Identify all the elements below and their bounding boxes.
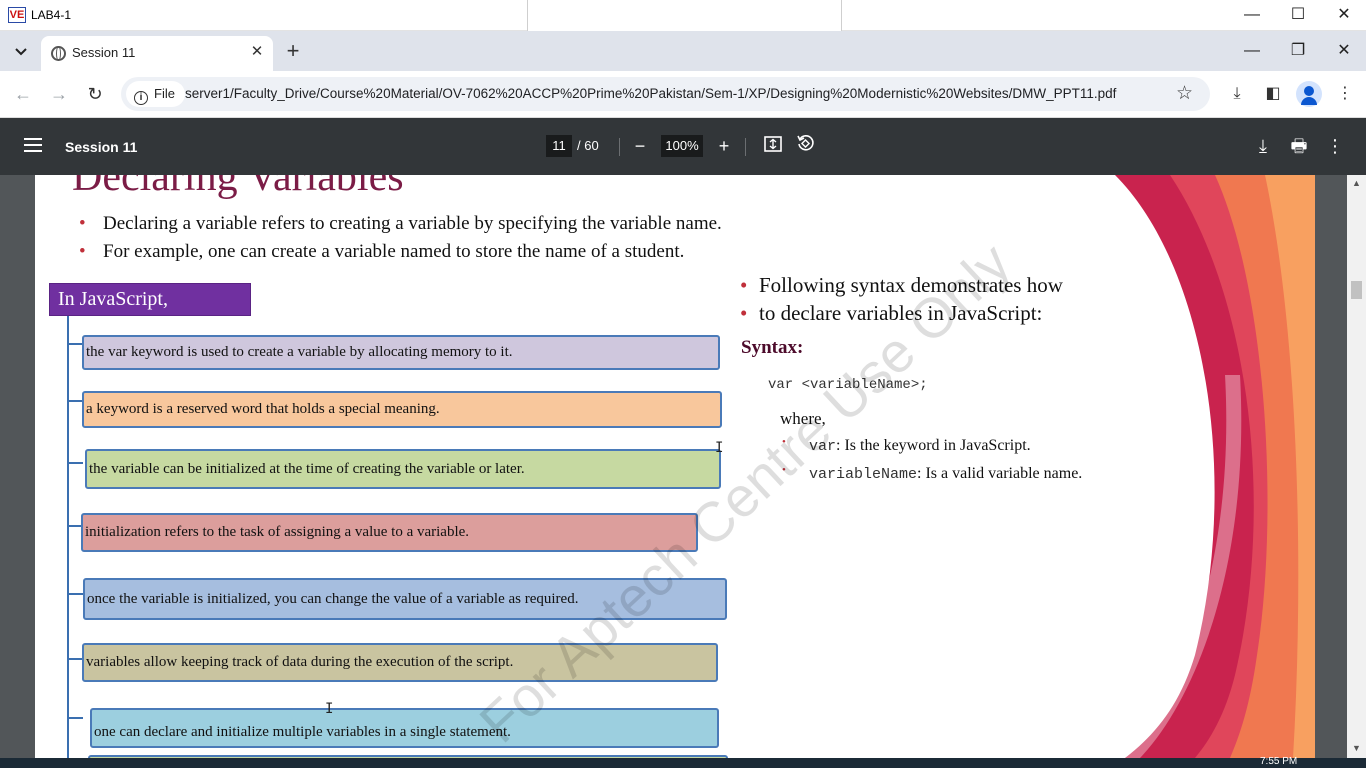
fit-page-icon: [764, 136, 782, 152]
vm-close-button[interactable]: ✕: [1321, 0, 1366, 31]
intro-bullet: Declaring a variable refers to creating …: [79, 213, 722, 235]
tree-tick: [67, 462, 83, 464]
browser-restore-button[interactable]: ❐: [1275, 31, 1321, 71]
zoom-out-button[interactable]: −: [628, 134, 652, 158]
tab-search-button[interactable]: [8, 39, 34, 65]
tree-tick: [67, 400, 83, 402]
forward-button[interactable]: →: [46, 81, 72, 107]
profile-avatar[interactable]: [1296, 81, 1322, 107]
tab-session-11[interactable]: Session 11 ✕: [41, 36, 273, 71]
url-text[interactable]: server1/Faculty_Drive/Course%20Material/…: [185, 86, 1116, 101]
fit-page-icon[interactable]: [761, 134, 785, 158]
globe-icon: [51, 46, 66, 61]
rotate-icon: [797, 135, 814, 151]
vm-logo-icon: VE: [8, 7, 26, 23]
downloads-icon[interactable]: ⤓: [1224, 81, 1250, 107]
term-variablename: variableName: [809, 466, 918, 483]
item-initialize: the variable can be initialized at the t…: [85, 449, 721, 489]
sub-bullet-variablename: variableName: Is a valid variable name.: [782, 464, 1083, 483]
new-tab-button[interactable]: +: [280, 39, 306, 65]
vm-minimize-button[interactable]: —: [1229, 0, 1275, 31]
pdf-download-button[interactable]: ⤓: [1251, 134, 1275, 158]
tab-title: Session 11: [72, 45, 136, 60]
pdf-more-button[interactable]: ⋮: [1323, 134, 1347, 158]
desc-variablename: : Is a valid variable name.: [917, 465, 1083, 482]
toolbar-divider: [745, 138, 746, 156]
browser-menu-icon[interactable]: ⋮: [1332, 81, 1358, 107]
site-info-chip[interactable]: i File: [126, 81, 185, 107]
tree-connector: [67, 316, 69, 758]
address-bar[interactable]: i File server1/Faculty_Drive/Course%20Mat…: [121, 77, 1210, 111]
vm-connection-bar[interactable]: [527, 0, 842, 35]
taskbar-clock: 7:55 PM: [1260, 756, 1298, 767]
file-chip-label: File: [154, 86, 175, 101]
back-button[interactable]: ←: [10, 81, 36, 107]
taskbar: 7:55 PM: [0, 756, 1366, 768]
tree-tick: [67, 593, 83, 595]
tree-tick: [67, 343, 83, 345]
vertical-scrollbar[interactable]: ▲ ▼: [1347, 175, 1366, 758]
tab-close-icon[interactable]: ✕: [249, 44, 265, 60]
pdf-page: Declaring Variables Declaring a variable…: [35, 175, 1315, 758]
hamburger-menu-icon[interactable]: [24, 138, 42, 152]
item-keyword: a keyword is a reserved word that holds …: [82, 391, 722, 428]
text-cursor-icon: I: [715, 440, 724, 456]
slide-title: Declaring Variables: [72, 175, 404, 200]
scroll-down-icon[interactable]: ▼: [1352, 743, 1361, 753]
info-icon: i: [134, 91, 148, 105]
bookmark-star-icon[interactable]: ☆: [1176, 82, 1193, 105]
browser-toolbar: ← → ↻ i File server1/Faculty_Drive/Course…: [0, 71, 1366, 118]
javascript-heading: In JavaScript,: [49, 283, 251, 316]
page-number-input[interactable]: 11: [546, 135, 572, 157]
pdf-toolbar: Session 11 11 / 60 − 100% + ⤓ 🖶 ⋮: [0, 118, 1366, 175]
item-initialization: initialization refers to the task of ass…: [81, 513, 698, 552]
vm-window-title: LAB4-1: [31, 8, 72, 22]
zoom-input[interactable]: 100%: [661, 135, 703, 157]
tree-tick: [67, 658, 83, 660]
zoom-in-button[interactable]: +: [712, 134, 736, 158]
scroll-thumb[interactable]: [1351, 281, 1362, 299]
scroll-up-icon[interactable]: ▲: [1352, 178, 1361, 188]
pdf-title: Session 11: [65, 139, 138, 155]
text-cursor-icon: I: [325, 701, 334, 717]
rotate-icon[interactable]: [793, 134, 817, 158]
pdf-viewer[interactable]: Declaring Variables Declaring a variable…: [0, 175, 1366, 758]
syntax-label: Syntax:: [741, 337, 804, 358]
print-button[interactable]: 🖶: [1287, 134, 1311, 158]
reload-button[interactable]: ↻: [82, 81, 108, 107]
toolbar-divider: [619, 138, 620, 156]
side-panel-icon[interactable]: ◧: [1260, 81, 1286, 107]
chevron-down-icon: [15, 48, 27, 56]
browser-minimize-button[interactable]: —: [1229, 31, 1275, 71]
tab-strip: Session 11 ✕ +: [0, 31, 1366, 71]
tree-tick: [67, 717, 83, 719]
item-multiple-variables: one can declare and initialize multiple …: [90, 708, 719, 748]
vm-maximize-button[interactable]: ☐: [1275, 0, 1321, 31]
browser-close-button[interactable]: ✕: [1321, 31, 1366, 71]
item-var-keyword: the var keyword is used to create a vari…: [82, 335, 720, 370]
intro-bullet: For example, one can create a variable n…: [79, 241, 684, 263]
desc-var: : Is the keyword in JavaScript.: [836, 437, 1031, 454]
page-total: / 60: [577, 138, 599, 153]
